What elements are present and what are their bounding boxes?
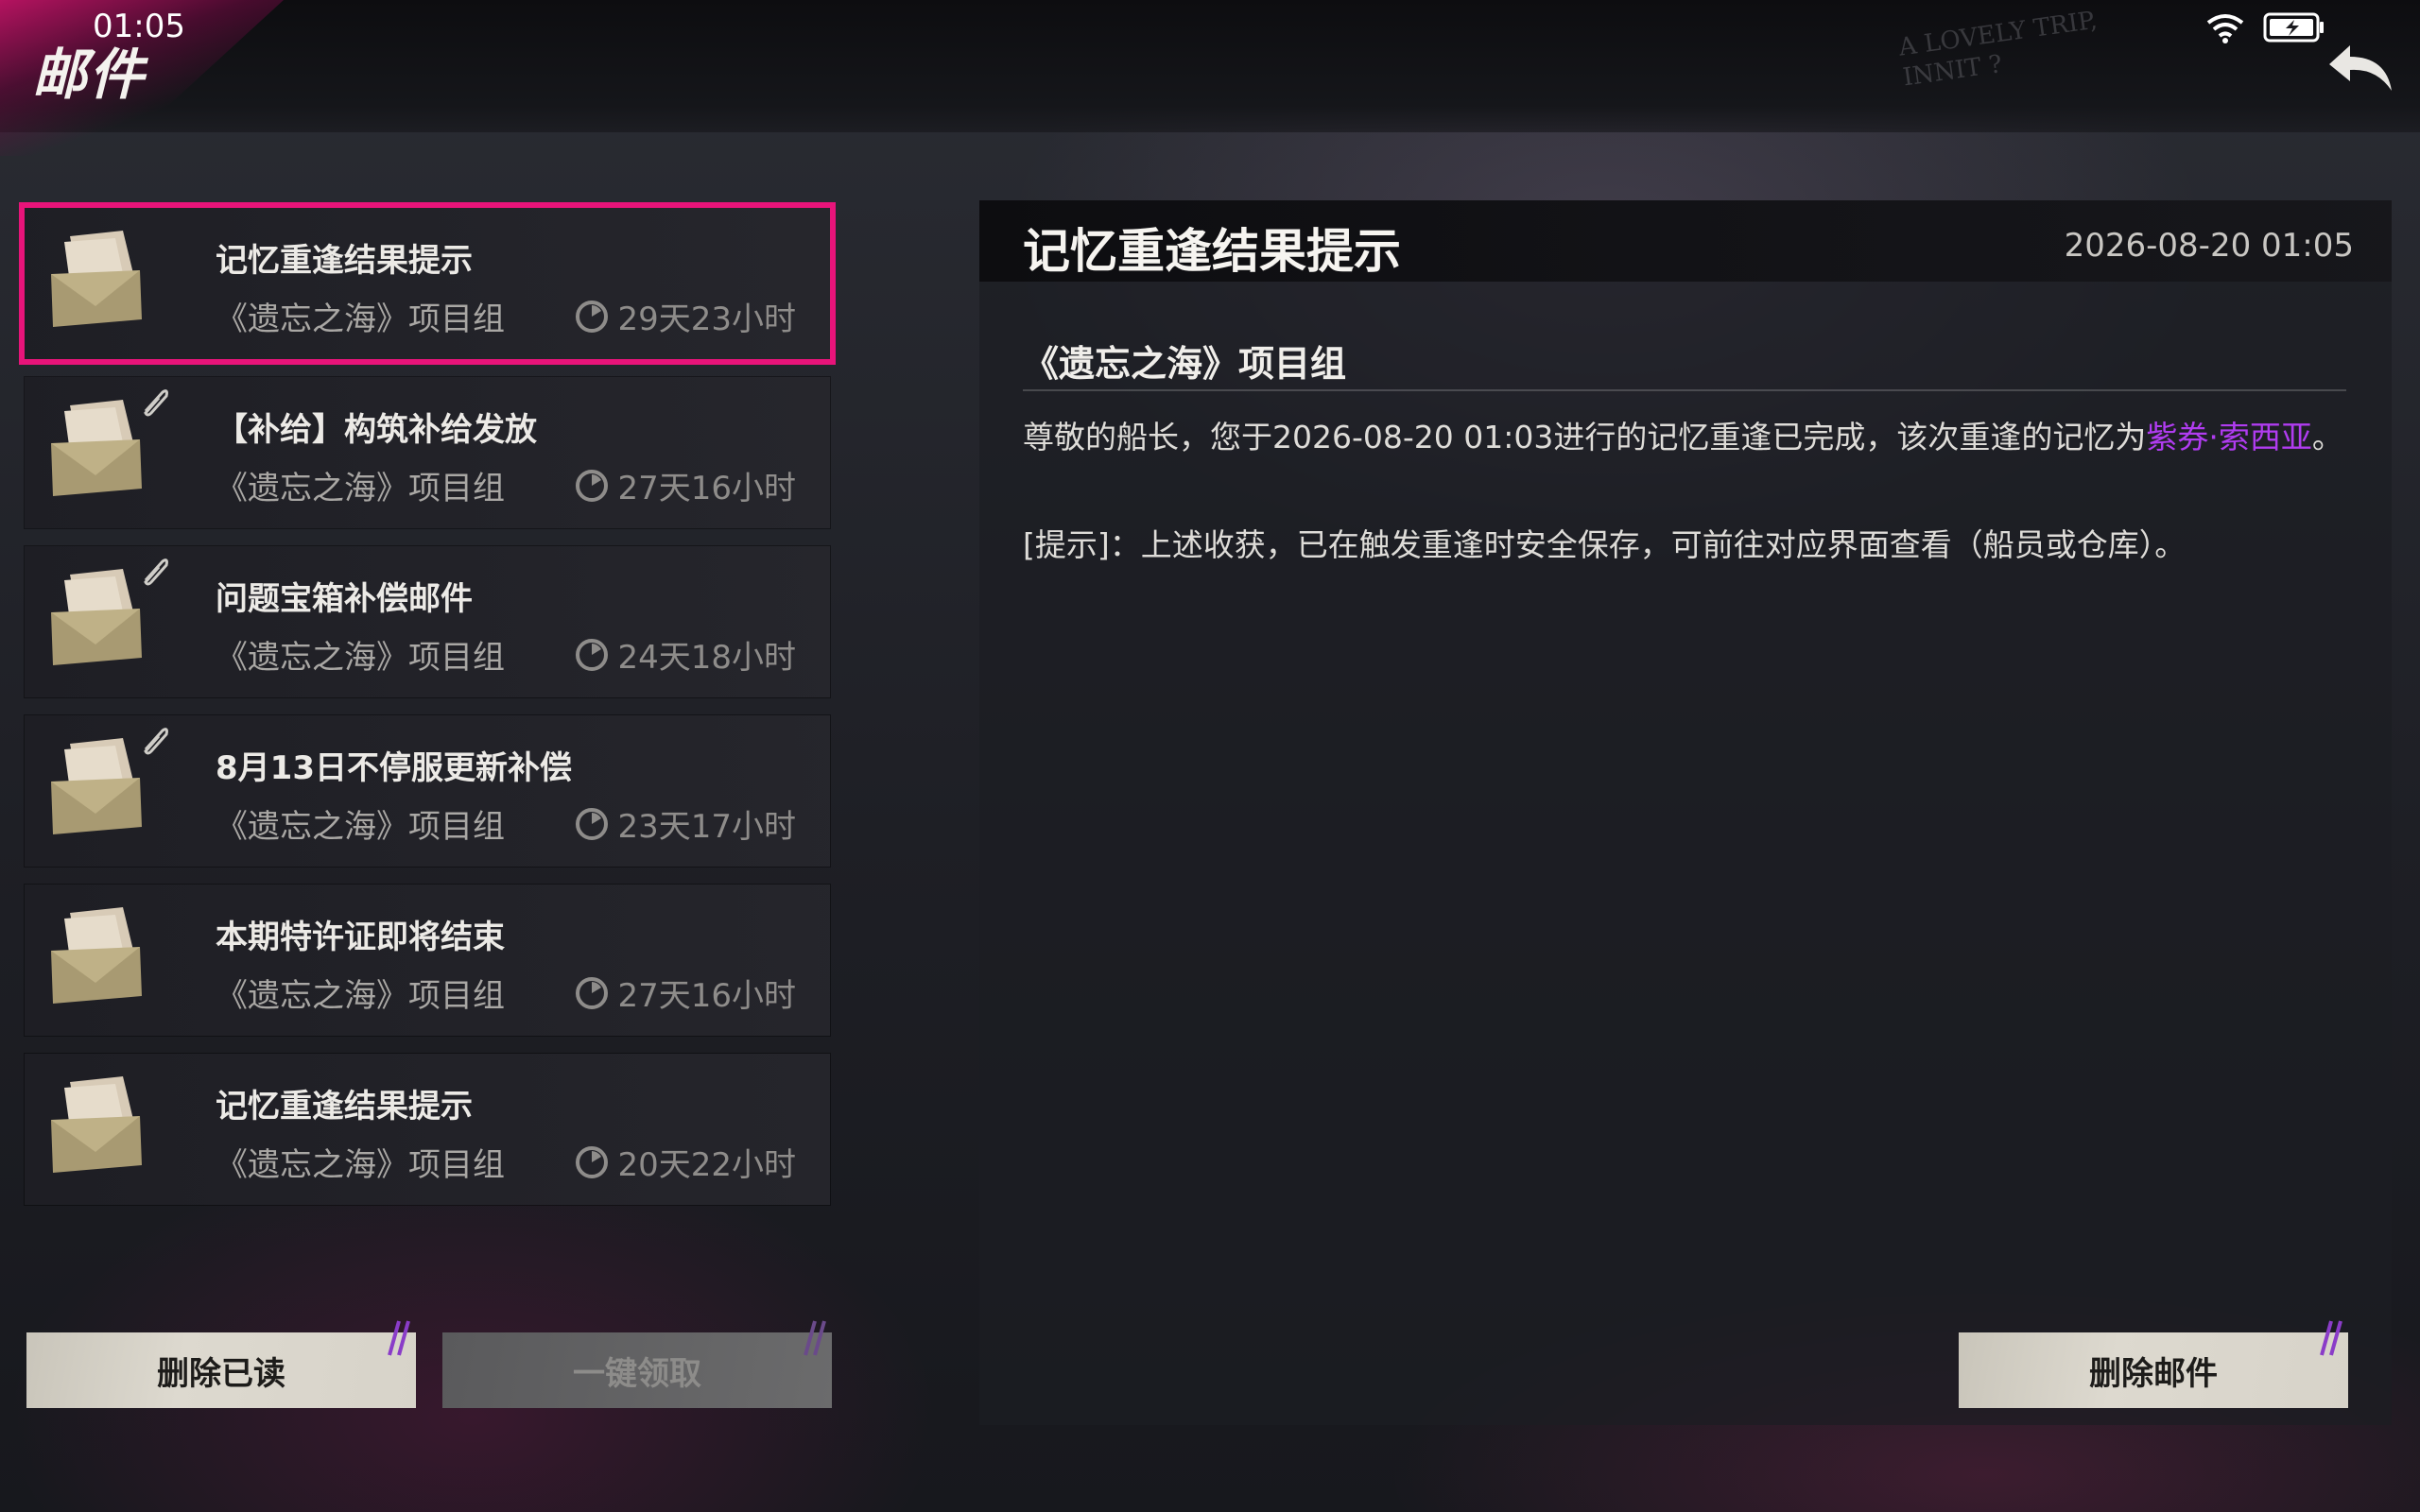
mail-expiry: 24天18小时	[574, 631, 796, 678]
mail-detail-date: 2026-08-20 01:05	[2064, 227, 2354, 265]
mail-list-item[interactable]: 本期特许证即将结束 《遗忘之海》项目组 27天16小时	[25, 885, 830, 1036]
mail-expiry-text: 29天23小时	[617, 301, 796, 338]
mail-expiry: 27天16小时	[574, 970, 796, 1016]
mail-expiry: 23天17小时	[574, 800, 796, 847]
timer-icon	[576, 807, 609, 840]
envelope-icon	[51, 738, 142, 834]
mail-subject: 【补给】构筑补给发放	[216, 411, 537, 449]
mail-sender: 《遗忘之海》项目组	[216, 808, 505, 846]
mail-body-paragraph: 尊敬的船长，您于2026-08-20 01:03进行的记忆重逢已完成，该次重逢的…	[1023, 410, 2346, 465]
mail-expiry-text: 23天17小时	[617, 808, 796, 846]
mail-list-item[interactable]: 记忆重逢结果提示 《遗忘之海》项目组 29天23小时	[19, 202, 836, 365]
slash-decor-icon	[2320, 1320, 2342, 1356]
mail-list: 记忆重逢结果提示 《遗忘之海》项目组 29天23小时 【补给】构筑补给发放 《遗…	[19, 202, 836, 1223]
timer-icon	[576, 1145, 609, 1178]
envelope-icon	[51, 1076, 142, 1173]
mail-subject: 本期特许证即将结束	[216, 919, 505, 956]
mail-sender: 《遗忘之海》项目组	[216, 977, 505, 1015]
timer-icon	[576, 469, 609, 502]
back-arrow-icon[interactable]	[2324, 32, 2399, 108]
mail-expiry-text: 27天16小时	[617, 470, 796, 507]
claim-all-label: 一键领取	[573, 1354, 701, 1393]
mail-subject: 记忆重逢结果提示	[216, 1088, 473, 1125]
battery-charging-icon	[2263, 12, 2324, 43]
divider	[1023, 389, 2346, 391]
mail-detail-panel: 记忆重逢结果提示 2026-08-20 01:05 《遗忘之海》项目组 尊敬的船…	[979, 200, 2392, 1425]
timer-icon	[576, 976, 609, 1009]
mail-sender: 《遗忘之海》项目组	[216, 1146, 505, 1184]
mail-list-item[interactable]: 问题宝箱补偿邮件 《遗忘之海》项目组 24天18小时	[25, 546, 830, 697]
mail-subject: 记忆重逢结果提示	[216, 242, 473, 280]
wifi-icon	[2206, 14, 2244, 43]
mail-subject: 8月13日不停服更新补偿	[216, 749, 572, 787]
status-icons	[2204, 11, 2325, 43]
slash-decor-icon	[804, 1320, 826, 1356]
timer-icon	[576, 638, 609, 671]
envelope-icon	[51, 400, 142, 496]
slash-decor-icon	[388, 1320, 410, 1356]
claim-all-button[interactable]: 一键领取	[442, 1320, 832, 1408]
delete-mail-button[interactable]: 删除邮件	[1959, 1320, 2348, 1408]
envelope-icon	[51, 569, 142, 665]
mail-body-text: 尊敬的船长，您于2026-08-20 01:03进行的记忆重逢已完成，该次重逢的…	[1023, 419, 2147, 455]
delete-read-label: 删除已读	[157, 1354, 285, 1393]
delete-read-button[interactable]: 删除已读	[26, 1320, 416, 1408]
delete-mail-label: 删除邮件	[2089, 1354, 2218, 1393]
timer-icon	[576, 300, 609, 333]
mail-body-text-end: 。	[2311, 419, 2343, 455]
mail-expiry: 29天23小时	[574, 293, 796, 339]
mail-list-item[interactable]: 【补给】构筑补给发放 《遗忘之海》项目组 27天16小时	[25, 377, 830, 528]
attachment-clip-icon	[144, 558, 168, 586]
mail-list-item[interactable]: 8月13日不停服更新补偿 《遗忘之海》项目组 23天17小时	[25, 715, 830, 867]
mail-reward-highlight: 紫券·索西亚	[2146, 419, 2312, 455]
mail-detail-sender: 《遗忘之海》项目组	[1023, 343, 1347, 385]
status-clock: 01:05	[93, 8, 185, 45]
envelope-icon	[51, 231, 142, 327]
mail-expiry-text: 27天16小时	[617, 977, 796, 1015]
mail-hint-paragraph: [提示]：上述收获，已在触发重逢时安全保存，可前往对应界面查看（船员或仓库）。	[1023, 526, 2187, 563]
envelope-icon	[51, 907, 142, 1004]
mail-expiry-text: 24天18小时	[617, 639, 796, 677]
mail-sender: 《遗忘之海》项目组	[216, 301, 505, 338]
mail-expiry: 27天16小时	[574, 462, 796, 508]
mail-subject: 问题宝箱补偿邮件	[216, 580, 473, 618]
attachment-clip-icon	[144, 389, 168, 417]
attachment-clip-icon	[144, 728, 168, 755]
mail-sender: 《遗忘之海》项目组	[216, 470, 505, 507]
mail-detail-body: 尊敬的船长，您于2026-08-20 01:03进行的记忆重逢已完成，该次重逢的…	[1023, 410, 2346, 626]
mail-detail-title: 记忆重逢结果提示	[1023, 224, 1401, 279]
mail-expiry: 20天22小时	[574, 1139, 796, 1185]
mail-expiry-text: 20天22小时	[617, 1146, 796, 1184]
mail-sender: 《遗忘之海》项目组	[216, 639, 505, 677]
mail-list-item[interactable]: 记忆重逢结果提示 《遗忘之海》项目组 20天22小时	[25, 1054, 830, 1205]
